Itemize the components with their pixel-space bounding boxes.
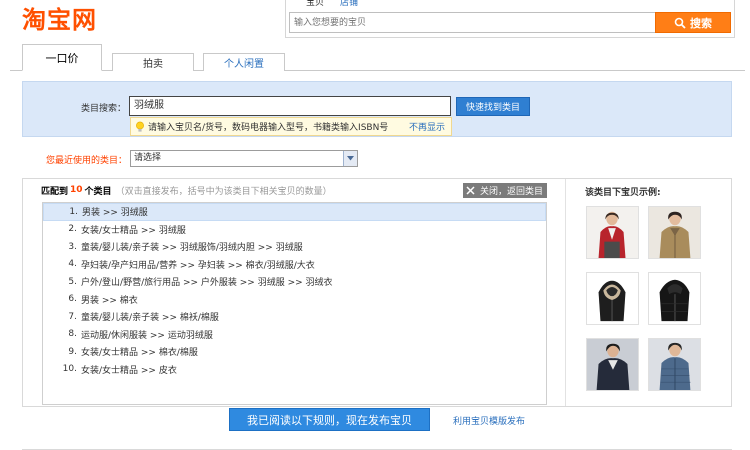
examples-title: 该类目下宝贝示例: [585,188,661,198]
tab-fixed-price[interactable]: 一口价 [22,44,102,71]
category-result-item[interactable]: 2. 女装/女士精品 >> 羽绒服 [43,221,546,239]
category-result-path: 孕妇装/孕产妇用品/营养 >> 孕妇装 >> 棉衣/羽绒服/大衣 [81,260,315,271]
results-divider [565,179,566,406]
category-result-path: 女装/女士精品 >> 羽绒服 [81,225,186,236]
match-count: 10 [70,185,83,195]
category-result-index: 3. [68,241,77,252]
category-result-item[interactable]: 1. 男装 >> 羽绒服 [43,203,546,221]
example-image-red-jacket[interactable] [586,206,639,259]
category-result-item[interactable]: 8. 运动服/休闲服装 >> 运动羽绒服 [43,326,546,344]
match-note: （双击直接发布，括号中为该类目下相关宝贝的数量） [115,186,332,197]
publish-with-template-link[interactable]: 利用宝贝模版发布 [453,414,525,427]
category-result-item[interactable]: 6. 男装 >> 棉衣 [43,291,546,309]
category-result-path: 运动服/休闲服装 >> 运动羽绒服 [81,330,213,341]
category-result-index: 4. [68,259,77,270]
category-result-path: 男装 >> 羽绒服 [82,208,148,219]
category-hint: 请输入宝贝名/货号，数码电器输入型号，书籍类输入ISBN号 不再显示 [130,117,452,136]
example-image-navy-coat[interactable] [586,338,639,391]
close-return-label: 关闭，返回类目 [480,187,544,197]
tab-personal-idle[interactable]: 个人闲置 [203,53,285,71]
example-image-khaki-jacket[interactable] [648,206,701,259]
tab-auction[interactable]: 拍卖 [112,53,194,71]
example-image-black-hooded-puffer[interactable] [648,272,701,325]
quick-find-category-button[interactable]: 快速找到类目 [456,97,530,116]
category-result-path: 女装/女士精品 >> 棉衣/棉服 [81,348,198,359]
search-tab-items[interactable]: 宝贝 [298,0,332,11]
search-tab-shops[interactable]: 店铺 [332,0,366,11]
close-icon [466,186,475,195]
category-result-index: 5. [68,276,77,287]
dismiss-hint-link[interactable]: 不再显示 [409,120,445,133]
category-result-path: 童装/婴儿装/亲子装 >> 羽绒服饰/羽绒内胆 >> 羽绒服 [81,243,303,254]
search-icon [674,17,686,29]
category-result-index: 1. [69,206,78,217]
category-result-item[interactable]: 7. 童装/婴儿装/亲子装 >> 棉袄/棉服 [43,308,546,326]
example-image-blue-quilted-jacket[interactable] [648,338,701,391]
recent-category-label: 您最近使用的类目： [46,156,128,166]
taobao-logo[interactable]: 淘宝网 [22,6,97,34]
lightbulb-icon [136,121,144,132]
category-result-item[interactable]: 9. 女装/女士精品 >> 棉衣/棉服 [43,343,546,361]
category-result-index: 2. [68,224,77,235]
category-result-path: 男装 >> 棉衣 [81,295,138,306]
category-result-index: 9. [68,346,77,357]
category-result-item[interactable]: 4. 孕妇装/孕产妇用品/营养 >> 孕妇装 >> 棉衣/羽绒服/大衣 [43,256,546,274]
category-result-index: 10. [62,364,77,375]
category-result-list: 1. 男装 >> 羽绒服 2. 女装/女士精品 >> 羽绒服 3. 童装/婴儿装/亲子装 … [42,202,547,405]
close-return-button[interactable]: 关闭，返回类目 [463,183,547,198]
category-result-path: 童装/婴儿装/亲子装 >> 棉袄/棉服 [81,313,219,324]
search-tabs: 宝贝 店铺 [298,0,366,11]
category-result-path: 户外/登山/野营/旅行用品 >> 户外服装 >> 羽绒服 >> 羽绒衣 [81,278,333,289]
category-result-item[interactable]: 3. 童装/婴儿装/亲子装 >> 羽绒服饰/羽绒内胆 >> 羽绒服 [43,238,546,256]
recent-category-select[interactable]: 请选择 [130,150,358,167]
category-search-input[interactable]: 羽绒服 [129,96,451,116]
category-search-label: 类目搜索： [81,104,127,114]
search-button-label: 搜索 [690,16,712,30]
category-result-item[interactable]: 10. 女装/女士精品 >> 皮衣 [43,361,546,379]
category-result-item[interactable]: 5. 户外/登山/野营/旅行用品 >> 户外服装 >> 羽绒服 >> 羽绒衣 [43,273,546,291]
match-prefix: 匹配到 [41,186,69,197]
search-input[interactable] [289,12,657,33]
publish-item-button[interactable]: 我已阅读以下规则，现在发布宝贝 [229,408,430,431]
chevron-down-icon[interactable] [343,151,357,166]
category-result-path: 女装/女士精品 >> 皮衣 [81,365,177,376]
search-box: 宝贝 店铺 搜索 [285,0,735,38]
match-suffix: 个类目 [84,186,112,197]
search-button[interactable]: 搜索 [655,12,731,33]
recent-category-value: 请选择 [134,153,162,163]
example-image-black-fur-hood-jacket[interactable] [586,272,639,325]
hint-text: 请输入宝贝名/货号，数码电器输入型号，书籍类输入ISBN号 [148,123,389,133]
category-result-index: 8. [68,329,77,340]
category-result-index: 7. [68,311,77,322]
category-result-index: 6. [68,294,77,305]
